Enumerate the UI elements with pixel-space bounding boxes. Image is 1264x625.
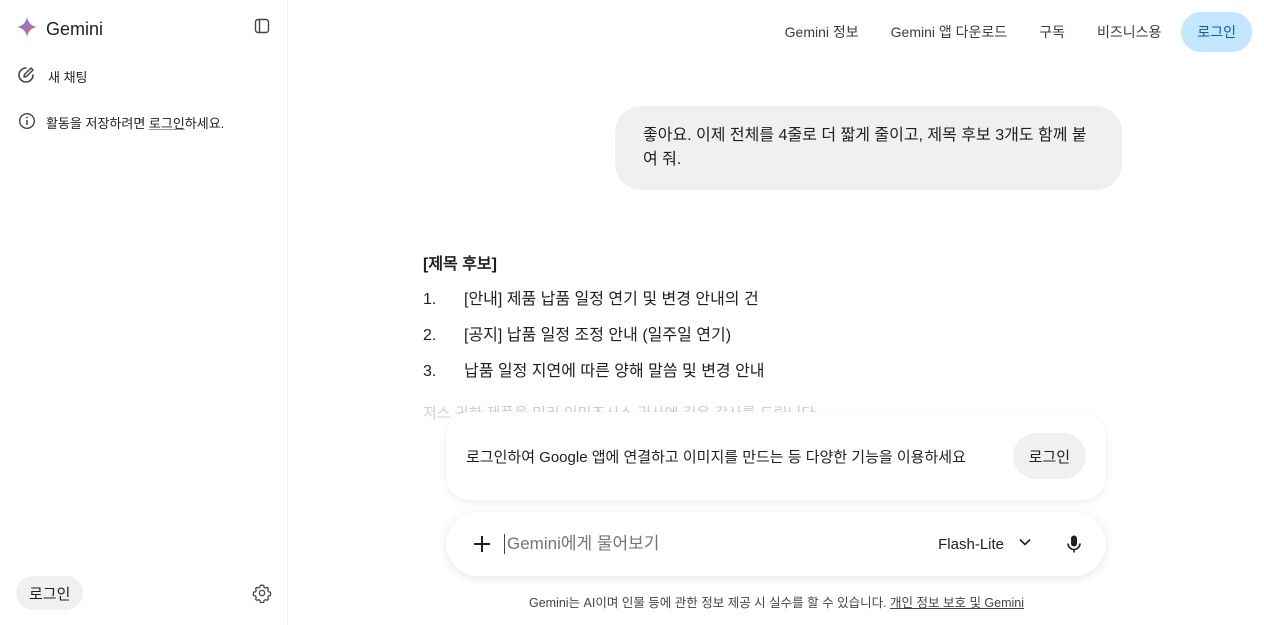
mic-icon[interactable]: [1062, 532, 1086, 556]
main-area: Gemini 정보 Gemini 앱 다운로드 구독 비즈니스용 로그인 좋아요…: [289, 0, 1264, 625]
save-activity-notice: 활동을 저장하려면 로그인하세요.: [18, 112, 224, 133]
gear-icon[interactable]: [252, 583, 272, 604]
prompt-bar: Flash-Lite: [446, 512, 1106, 576]
list-text: [공지] 납품 일정 조정 안내 (일주일 연기): [464, 327, 732, 344]
response-heading: [제목 후보]: [423, 256, 497, 273]
sidebar-toggle-icon[interactable]: [252, 16, 272, 36]
sidebar-login-button[interactable]: 로그인: [16, 576, 84, 610]
model-selector[interactable]: Flash-Lite: [938, 535, 1032, 553]
model-response: [제목 후보] 1. [안내] 제품 납품 일정 연기 및 변경 안내의 건 2.…: [423, 250, 983, 398]
title-candidates-list: 1. [안내] 제품 납품 일정 연기 및 변경 안내의 건 2. [공지] 납품 …: [423, 290, 983, 382]
model-label: Flash-Lite: [938, 535, 1004, 553]
list-number: 3.: [423, 363, 437, 380]
brand[interactable]: Gemini: [16, 16, 103, 43]
new-chat-label: 새 채팅: [48, 69, 88, 85]
nav-download[interactable]: Gemini 앱 다운로드: [891, 22, 1008, 42]
info-icon: [18, 112, 36, 133]
list-text: [안내] 제품 납품 일정 연기 및 변경 안내의 건: [464, 291, 759, 308]
list-text: 납품 일정 지연에 따른 양해 말씀 및 변경 안내: [464, 363, 765, 380]
new-chat-button[interactable]: 새 채팅: [16, 64, 88, 88]
chevron-down-icon: [1018, 535, 1032, 553]
list-item: 2. [공지] 납품 일정 조정 안내 (일주일 연기): [423, 326, 983, 346]
notice-text: 활동을 저장하려면 로그인하세요.: [46, 113, 224, 132]
nav-about[interactable]: Gemini 정보: [785, 22, 859, 42]
nav-subscribe[interactable]: 구독: [1039, 22, 1065, 42]
top-nav: Gemini 정보 Gemini 앱 다운로드 구독 비즈니스용 로그인: [785, 12, 1252, 52]
gemini-sparkle-icon: [16, 16, 38, 43]
privacy-link[interactable]: 개인 정보 보호 및 Gemini: [890, 596, 1024, 610]
disclaimer: Gemini는 AI이며 인물 등에 관한 정보 제공 시 실수를 할 수 있습…: [289, 592, 1264, 611]
notice-login-link[interactable]: 로그인: [149, 116, 185, 131]
card-login-button[interactable]: 로그인: [1012, 433, 1086, 479]
prompt-input[interactable]: [504, 534, 939, 554]
disclaimer-text: Gemini는 AI이며 인물 등에 관한 정보 제공 시 실수를 할 수 있습…: [528, 596, 891, 610]
login-prompt-text: 로그인하여 Google 앱에 연결하고 이미지를 만드는 등 다양한 기능을 …: [466, 448, 966, 466]
user-message-bubble: 좋아요. 이제 전체를 4줄로 더 짧게 줄이고, 제목 후보 3개도 함께 붙…: [615, 106, 1122, 190]
sidebar: Gemini 새 채팅 활동을 저장하려면 로그인하세요. 로그인: [0, 0, 288, 625]
nav-business[interactable]: 비즈니스용: [1097, 22, 1161, 42]
edit-icon: [16, 65, 36, 88]
notice-suffix: 하세요.: [184, 116, 225, 131]
list-item: 3. 납품 일정 지연에 따른 양해 말씀 및 변경 안내: [423, 362, 983, 382]
list-number: 1.: [423, 291, 437, 308]
list-number: 2.: [423, 327, 437, 344]
notice-prefix: 활동을 저장하려면: [46, 116, 149, 131]
brand-name: Gemini: [46, 19, 104, 39]
login-prompt-card: 로그인하여 Google 앱에 연결하고 이미지를 만드는 등 다양한 기능을 …: [446, 412, 1106, 500]
top-login-button[interactable]: 로그인: [1181, 12, 1252, 52]
plus-icon[interactable]: [466, 528, 498, 560]
list-item: 1. [안내] 제품 납품 일정 연기 및 변경 안내의 건: [423, 290, 983, 310]
